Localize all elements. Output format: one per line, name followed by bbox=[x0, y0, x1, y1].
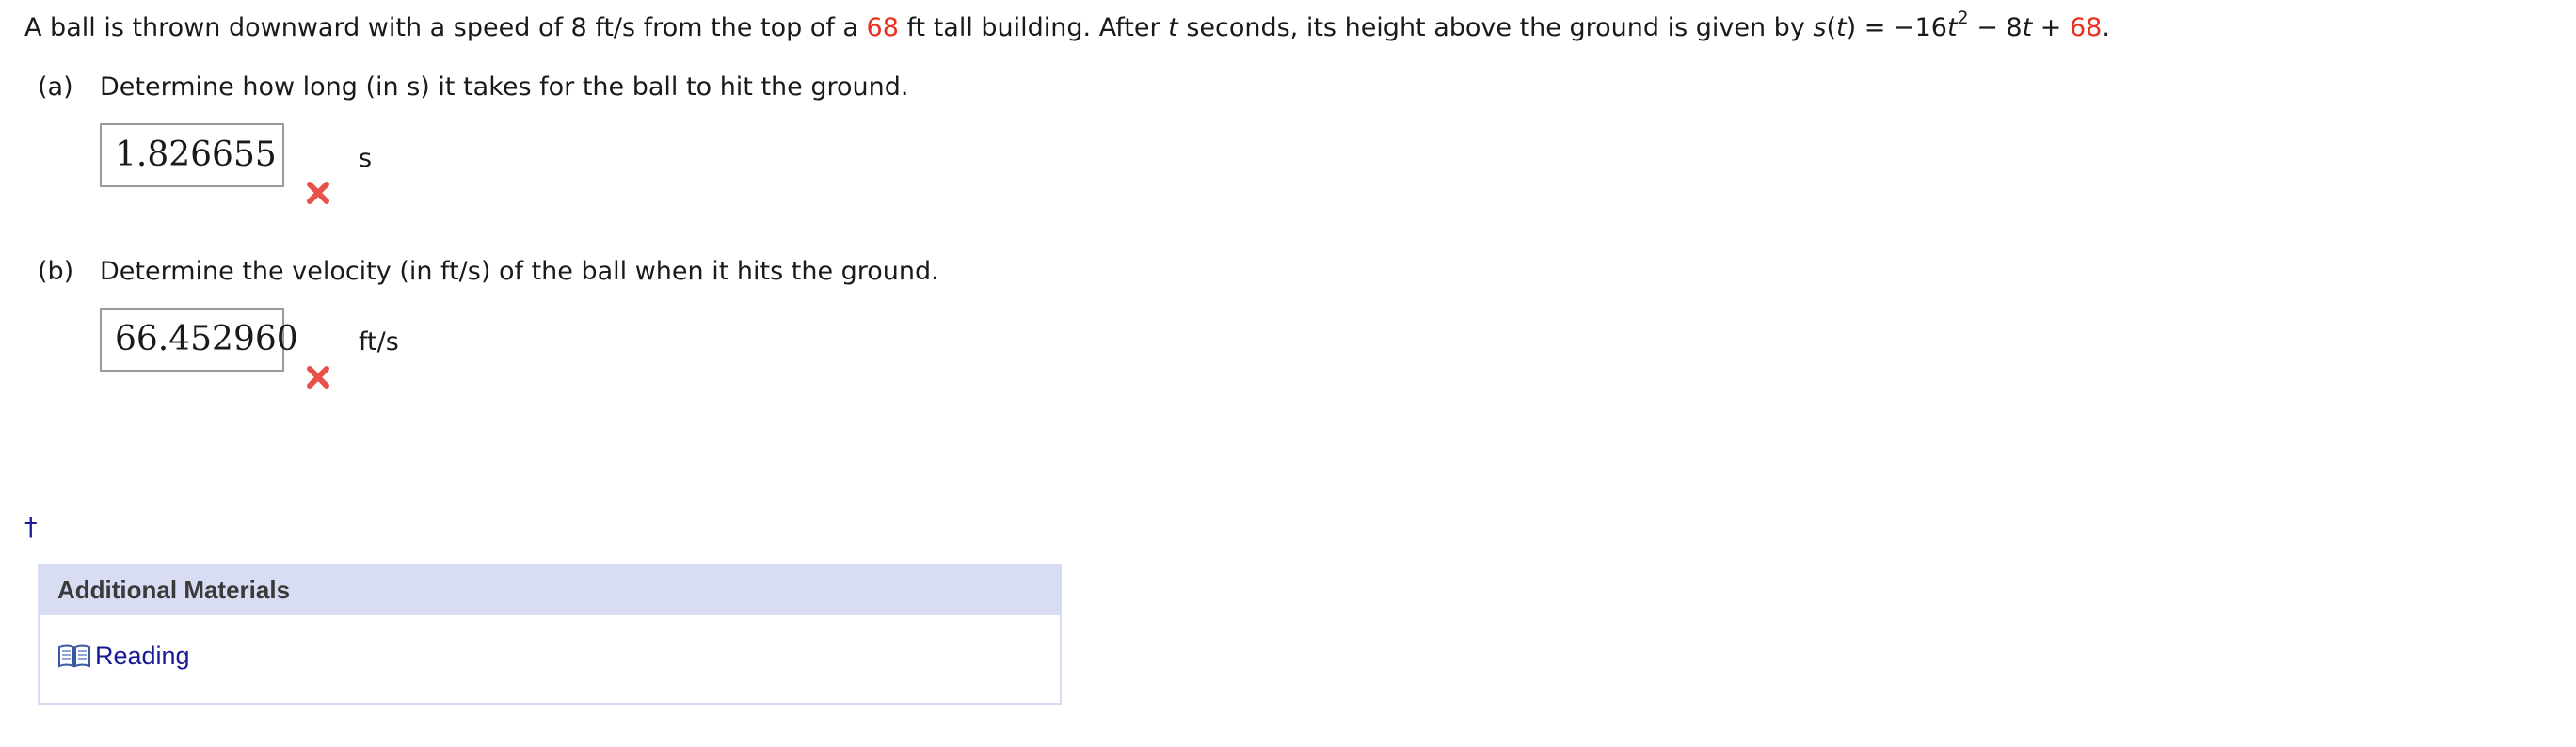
part-b-text: Determine the velocity (in ft/s) of the … bbox=[100, 257, 939, 286]
paren: ( bbox=[1826, 13, 1837, 42]
part-b-letter: (b) bbox=[38, 257, 74, 286]
incorrect-x-icon bbox=[307, 366, 329, 389]
equation-part: − 8 bbox=[1968, 13, 2023, 42]
reading-link[interactable]: Reading bbox=[57, 639, 190, 673]
problem-text: seconds, its height above the ground is … bbox=[1177, 13, 1814, 42]
building-height-value: 68 bbox=[866, 13, 899, 42]
reading-link-label: Reading bbox=[95, 642, 190, 670]
equation-part: = −16 bbox=[1856, 13, 1947, 42]
part-a-text: Determine how long (in s) it takes for t… bbox=[100, 72, 909, 102]
variable-t: t bbox=[1168, 13, 1178, 42]
problem-text: ft tall building. After bbox=[898, 13, 1169, 42]
exponent: 2 bbox=[1957, 8, 1969, 28]
incorrect-x-icon bbox=[307, 182, 329, 204]
part-b-unit: ft/s bbox=[359, 327, 399, 357]
variable-t: t bbox=[1946, 13, 1958, 42]
equation-part: + bbox=[2032, 13, 2070, 42]
part-b-question: (b) Determine the velocity (in ft/s) of t… bbox=[38, 253, 939, 291]
function-s: s bbox=[1813, 13, 1827, 42]
variable-t: t bbox=[1836, 13, 1847, 42]
part-b-answer-input[interactable]: 66.452960 bbox=[100, 308, 298, 372]
book-icon bbox=[58, 644, 90, 668]
period: . bbox=[2102, 13, 2110, 42]
dagger-marker: † bbox=[24, 513, 38, 542]
part-a-question: (a) Determine how long (in s) it takes fo… bbox=[38, 69, 908, 106]
paren: ) bbox=[1846, 13, 1857, 42]
part-a-letter: (a) bbox=[38, 72, 73, 102]
problem-statement: A ball is thrown downward with a speed o… bbox=[24, 8, 2110, 47]
additional-materials-header: Additional Materials bbox=[40, 565, 1060, 615]
part-a-unit: s bbox=[359, 144, 373, 173]
problem-text: A ball is thrown downward with a speed o… bbox=[24, 13, 867, 42]
variable-t: t bbox=[2022, 13, 2033, 42]
constant-value: 68 bbox=[2069, 13, 2103, 42]
additional-materials-panel: Additional Materials Reading bbox=[38, 564, 1062, 705]
part-a-answer-input[interactable]: 1.826655 bbox=[100, 123, 284, 187]
